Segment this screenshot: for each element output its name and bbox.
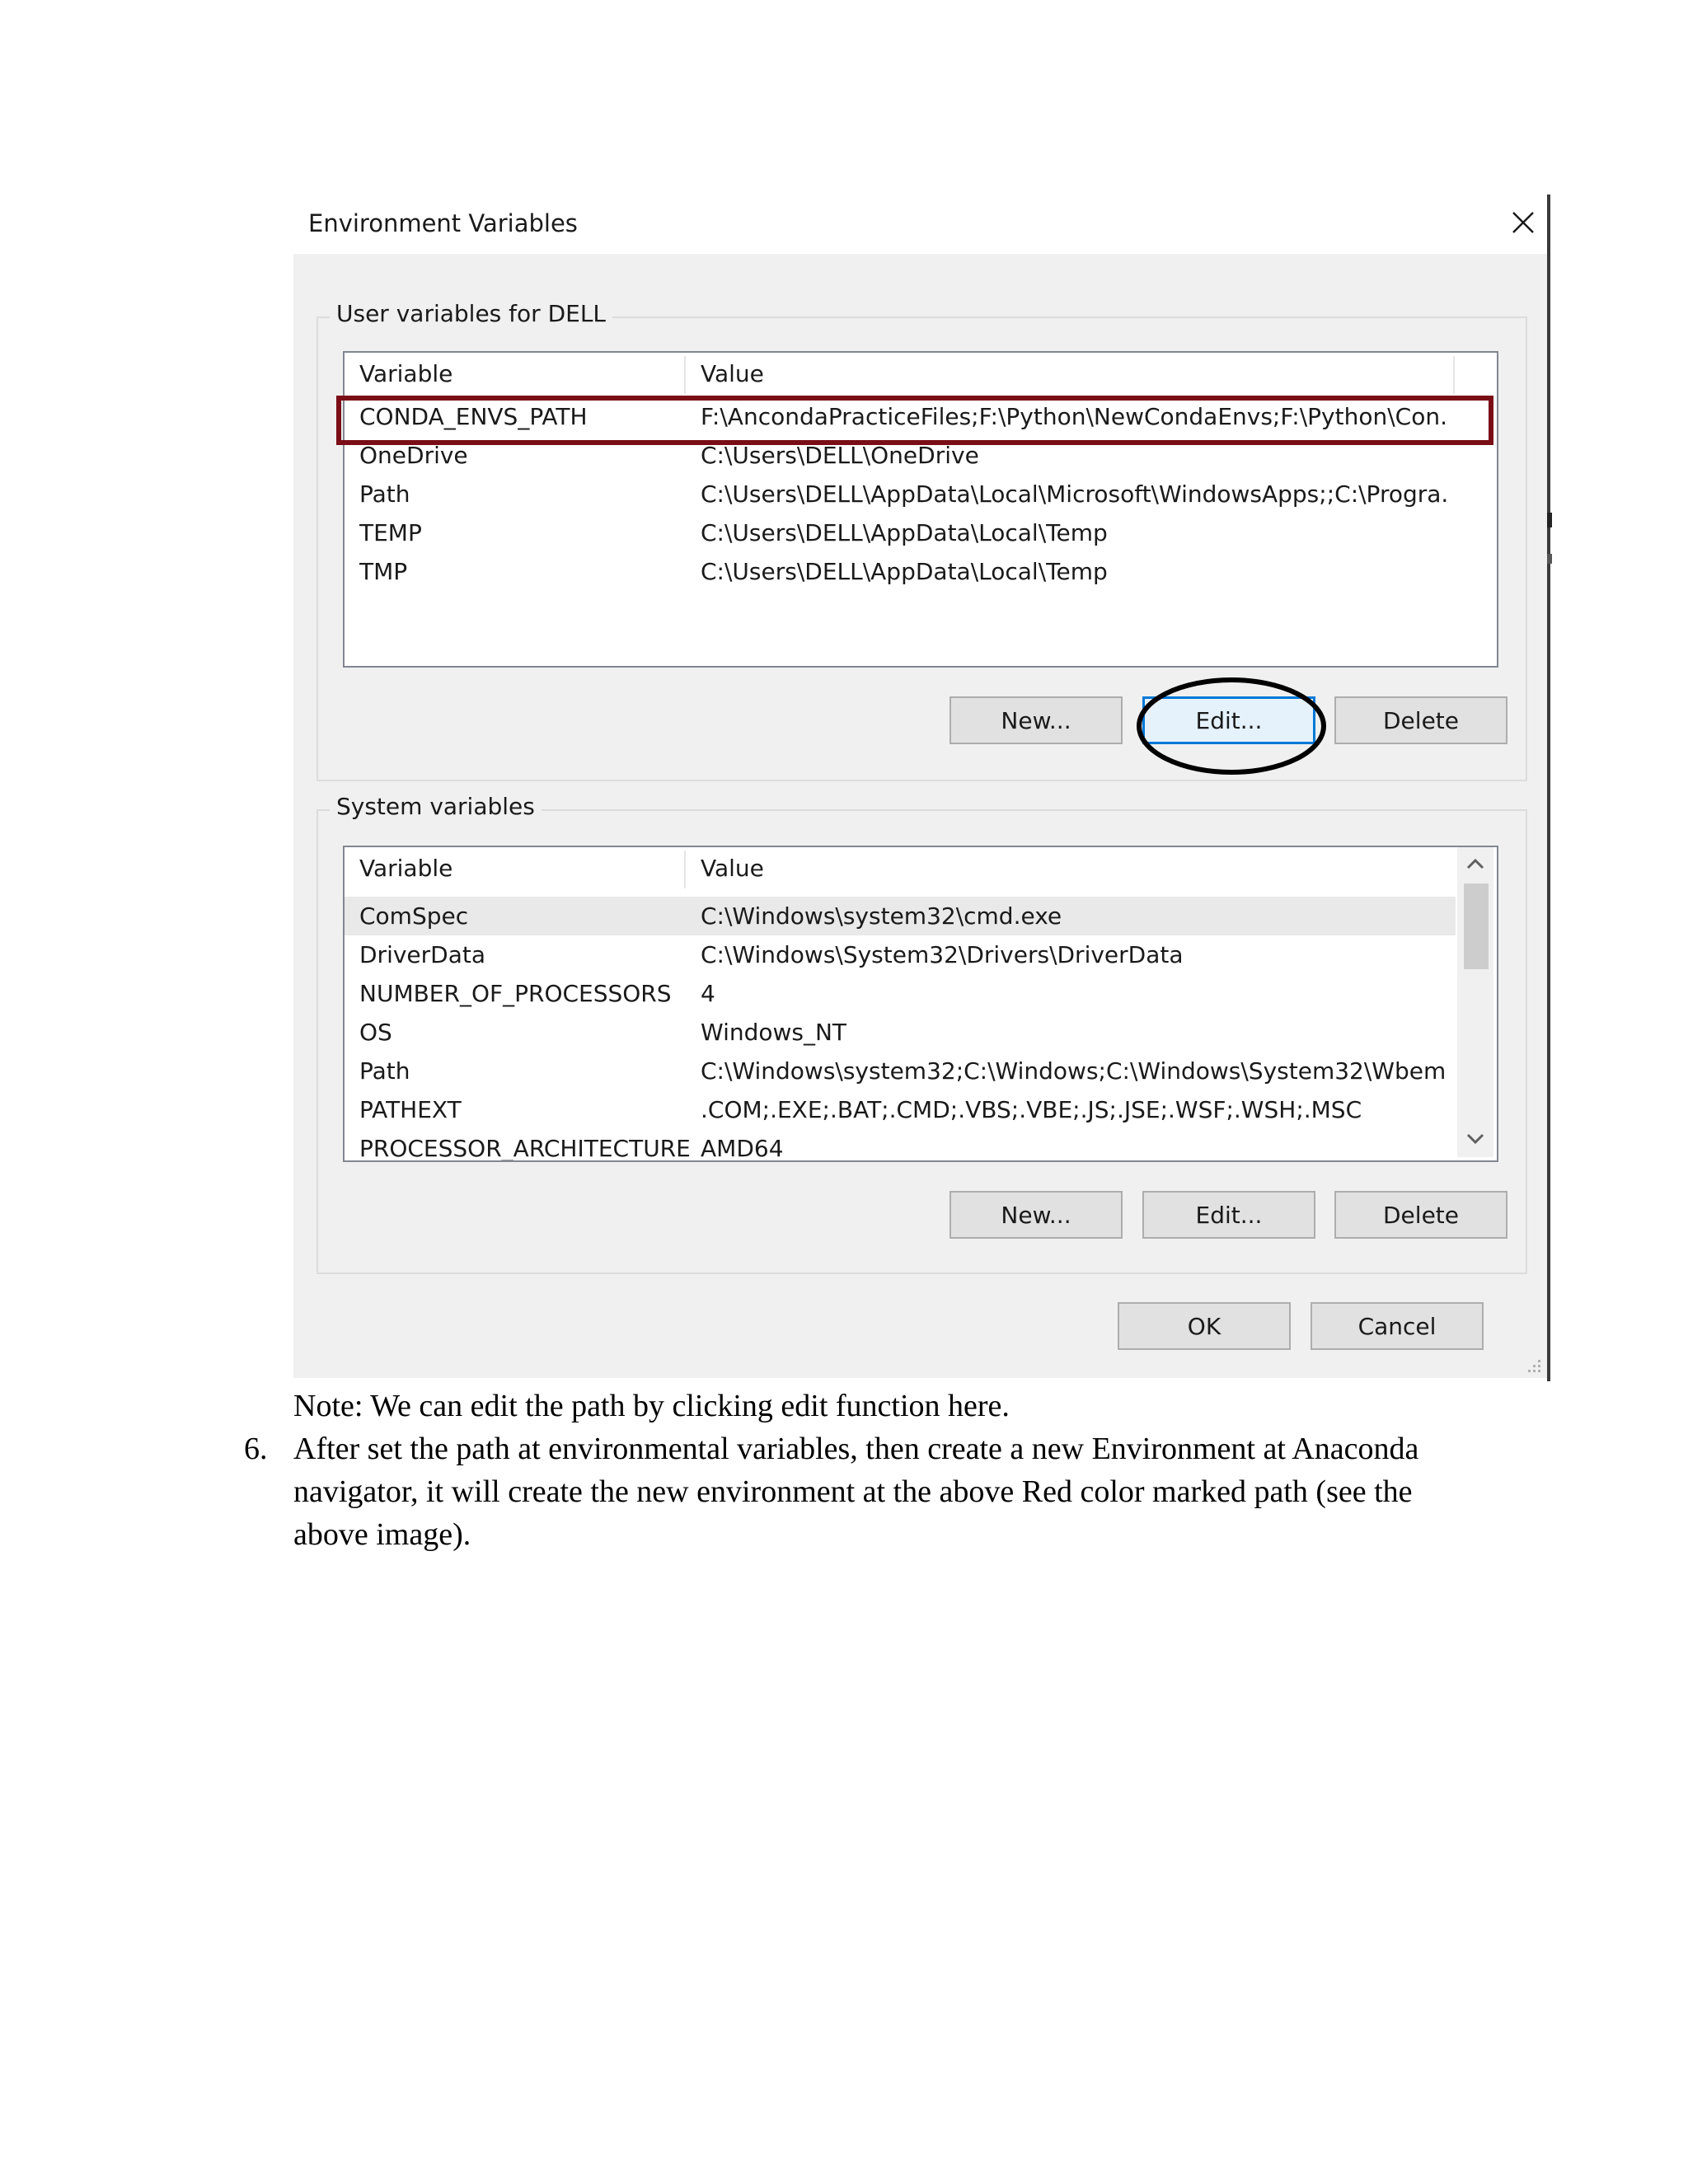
dialog-edge-mark	[1547, 554, 1552, 564]
list-item[interactable]: PROCESSOR_ARCHITECTURE AMD64	[345, 1129, 1456, 1162]
variable-name: TEMP	[359, 519, 422, 546]
dialog-right-border	[1547, 194, 1550, 1381]
variable-value: Windows_NT	[701, 1019, 847, 1046]
step-line: navigator, it will create the new enviro…	[293, 1474, 1413, 1509]
black-highlight-ellipse	[1137, 677, 1326, 775]
vertical-scrollbar[interactable]	[1457, 847, 1493, 1157]
list-item[interactable]: PATHEXT .COM;.EXE;.BAT;.CMD;.VBS;.VBE;.J…	[345, 1090, 1456, 1129]
list-item[interactable]: TMP C:\Users\DELL\AppData\Local\Temp	[345, 552, 1453, 591]
column-separator	[684, 356, 686, 394]
system-variables-group: System variables Variable Value ComSpec …	[316, 793, 1527, 1274]
column-separator	[684, 851, 686, 888]
scroll-up-button[interactable]	[1457, 847, 1493, 880]
list-item[interactable]: Path C:\Windows\system32;C:\Windows;C:\W…	[345, 1052, 1456, 1090]
system-variables-list[interactable]: Variable Value ComSpec C:\Windows\system…	[343, 846, 1498, 1162]
environment-variables-dialog: Environment Variables User variables for…	[293, 191, 1552, 1381]
scroll-thumb[interactable]	[1464, 883, 1489, 969]
dialog-edge-mark	[1547, 513, 1552, 527]
list-item[interactable]: Path C:\Users\DELL\AppData\Local\Microso…	[345, 475, 1453, 513]
variable-value: C:\Windows\System32\Drivers\DriverData	[701, 941, 1184, 968]
user-variables-label: User variables for DELL	[330, 300, 613, 327]
column-header-variable[interactable]: Variable	[359, 847, 452, 890]
variable-value: C:\Windows\system32;C:\Windows;C:\Window…	[701, 1057, 1447, 1085]
variable-value: 4	[701, 980, 715, 1007]
variable-value: C:\Windows\system32\cmd.exe	[701, 902, 1062, 930]
user-new-button[interactable]: New...	[950, 696, 1123, 744]
variable-value: C:\Users\DELL\AppData\Local\Temp	[701, 519, 1108, 546]
dialog-title: Environment Variables	[308, 209, 578, 237]
list-item[interactable]: NUMBER_OF_PROCESSORS 4	[345, 974, 1456, 1013]
variable-name: ComSpec	[359, 902, 469, 930]
variable-name: TMP	[359, 558, 408, 585]
step-line: After set the path at environmental vari…	[293, 1432, 1419, 1466]
column-header-variable[interactable]: Variable	[359, 353, 452, 396]
system-delete-button[interactable]: Delete	[1334, 1191, 1507, 1239]
variable-name: NUMBER_OF_PROCESSORS	[359, 980, 672, 1007]
variable-value: AMD64	[701, 1135, 784, 1162]
user-variables-group: User variables for DELL Variable Value C…	[316, 300, 1527, 781]
system-new-button[interactable]: New...	[950, 1191, 1123, 1239]
step-line: above image).	[293, 1517, 471, 1552]
variable-name: DriverData	[359, 941, 486, 968]
variable-name: PROCESSOR_ARCHITECTURE	[359, 1135, 691, 1162]
variable-name: PATHEXT	[359, 1096, 462, 1123]
system-edit-button[interactable]: Edit...	[1142, 1191, 1315, 1239]
chevron-down-icon	[1466, 1133, 1484, 1145]
title-bar: Environment Variables	[293, 191, 1547, 254]
list-item[interactable]: ComSpec C:\Windows\system32\cmd.exe	[345, 897, 1456, 935]
column-header-value[interactable]: Value	[701, 353, 764, 396]
scroll-down-button[interactable]	[1457, 1122, 1493, 1155]
red-highlight-rectangle	[336, 396, 1493, 445]
close-icon	[1512, 212, 1534, 233]
user-delete-button[interactable]: Delete	[1334, 696, 1507, 744]
step-number: 6.	[244, 1432, 268, 1466]
list-item[interactable]: TEMP C:\Users\DELL\AppData\Local\Temp	[345, 513, 1453, 552]
variable-name: Path	[359, 480, 410, 508]
system-variables-label: System variables	[330, 793, 542, 820]
note-text: Note: We can edit the path by clicking e…	[293, 1389, 1010, 1423]
variable-name: OS	[359, 1019, 392, 1046]
variable-value: C:\Users\DELL\AppData\Local\Temp	[701, 558, 1108, 585]
user-list-header: Variable Value	[345, 353, 1497, 396]
system-list-header: Variable Value	[345, 847, 1497, 890]
column-header-value[interactable]: Value	[701, 847, 764, 890]
resize-grip-icon[interactable]	[1525, 1357, 1543, 1375]
chevron-up-icon	[1466, 858, 1484, 869]
variable-name: Path	[359, 1057, 410, 1085]
list-item[interactable]: DriverData C:\Windows\System32\Drivers\D…	[345, 935, 1456, 974]
variable-value: C:\Users\DELL\AppData\Local\Microsoft\Wi…	[701, 480, 1447, 508]
column-separator	[1453, 356, 1455, 394]
close-button[interactable]	[1502, 201, 1545, 244]
variable-value: .COM;.EXE;.BAT;.CMD;.VBS;.VBE;.JS;.JSE;.…	[701, 1096, 1362, 1123]
cancel-button[interactable]: Cancel	[1311, 1302, 1484, 1350]
list-item[interactable]: OS Windows_NT	[345, 1013, 1456, 1052]
ok-button[interactable]: OK	[1118, 1302, 1291, 1350]
